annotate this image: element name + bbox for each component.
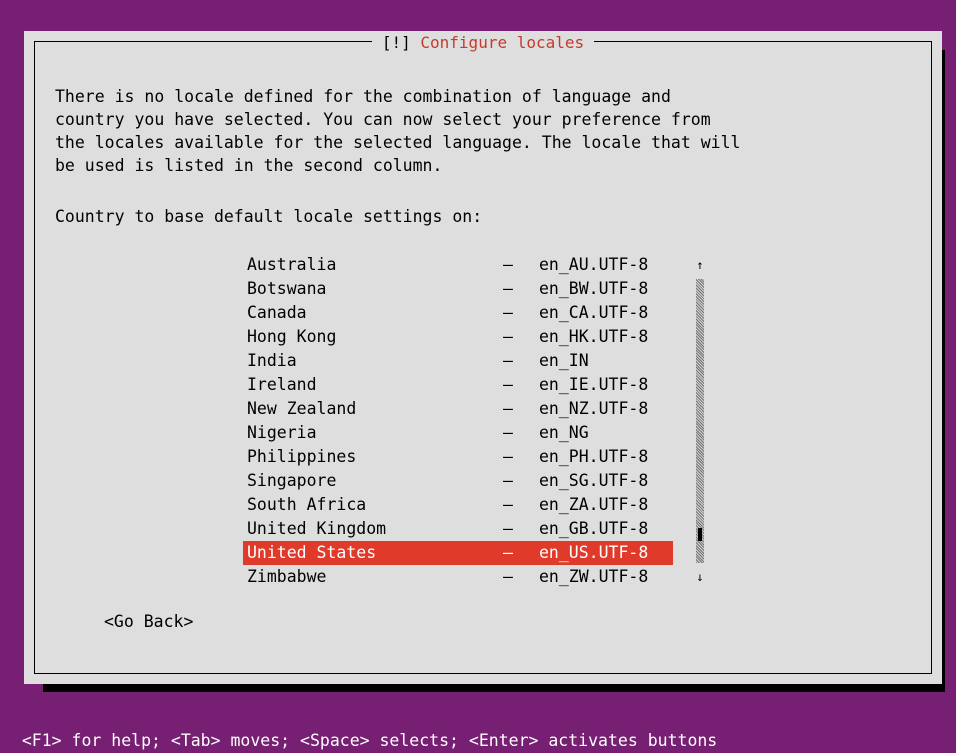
- locale-code: en_PH.UTF-8: [539, 447, 649, 466]
- locale-list-item[interactable]: Ireland – en_IE.UTF-8: [243, 373, 673, 397]
- locale-code: en_ZA.UTF-8: [539, 495, 649, 514]
- locale-separator: –: [503, 351, 513, 370]
- locale-code: en_CA.UTF-8: [539, 303, 649, 322]
- locale-list-item[interactable]: New Zealand – en_NZ.UTF-8: [243, 397, 673, 421]
- status-bar-text: <F1> for help; <Tab> moves; <Space> sele…: [21, 731, 718, 750]
- locale-list-item[interactable]: United Kingdom – en_GB.UTF-8: [243, 517, 673, 541]
- locale-separator: –: [503, 519, 513, 538]
- locale-list-item[interactable]: Hong Kong – en_HK.UTF-8: [243, 325, 673, 349]
- configure-locales-dialog: [!] Configure locales There is no locale…: [24, 31, 942, 684]
- locale-list-item[interactable]: Australia – en_AU.UTF-8: [243, 253, 673, 277]
- locale-country: United Kingdom: [247, 519, 387, 538]
- locale-code: en_GB.UTF-8: [539, 519, 649, 538]
- locale-code: en_AU.UTF-8: [539, 255, 649, 274]
- scroll-track[interactable]: [696, 279, 704, 563]
- locale-code: en_HK.UTF-8: [539, 327, 649, 346]
- locale-code: en_IN: [539, 351, 589, 370]
- locale-code: en_ZW.UTF-8: [539, 567, 649, 586]
- locale-separator: –: [503, 471, 513, 490]
- locale-separator: –: [503, 543, 513, 562]
- locale-list-item[interactable]: Zimbabwe – en_ZW.UTF-8: [243, 565, 673, 589]
- locale-country: Australia: [247, 255, 337, 274]
- locale-separator: –: [503, 375, 513, 394]
- scroll-down-arrow-icon[interactable]: ↓: [694, 565, 706, 589]
- locale-code: en_BW.UTF-8: [539, 279, 649, 298]
- status-bar: <F1> for help; <Tab> moves; <Space> sele…: [0, 705, 956, 750]
- locale-separator: –: [503, 447, 513, 466]
- dialog-prompt: Country to base default locale settings …: [55, 207, 483, 226]
- locale-country: Botswana: [247, 279, 327, 298]
- locale-separator: –: [503, 327, 513, 346]
- locale-code: en_NG: [539, 423, 589, 442]
- dialog-title: [!] Configure locales: [24, 33, 942, 53]
- locale-separator: –: [503, 495, 513, 514]
- locale-country: Nigeria: [247, 423, 317, 442]
- locale-separator: –: [503, 255, 513, 274]
- locale-separator: –: [503, 423, 513, 442]
- locale-country: Philippines: [247, 447, 357, 466]
- locale-code: en_US.UTF-8: [539, 543, 649, 562]
- locale-code: en_SG.UTF-8: [539, 471, 649, 490]
- locale-country: South Africa: [247, 495, 367, 514]
- locale-list-item[interactable]: Botswana – en_BW.UTF-8: [243, 277, 673, 301]
- locale-country: India: [247, 351, 297, 370]
- locale-country: Ireland: [247, 375, 317, 394]
- locale-code: en_NZ.UTF-8: [539, 399, 649, 418]
- locale-separator: –: [503, 567, 513, 586]
- locale-separator: –: [503, 279, 513, 298]
- locale-country: Canada: [247, 303, 307, 322]
- title-text: Configure locales: [420, 33, 585, 52]
- locale-list-item[interactable]: Canada – en_CA.UTF-8: [243, 301, 673, 325]
- locale-code: en_IE.UTF-8: [539, 375, 649, 394]
- locale-list-item[interactable]: Singapore – en_SG.UTF-8: [243, 469, 673, 493]
- locale-list-item[interactable]: Philippines – en_PH.UTF-8: [243, 445, 673, 469]
- locale-country: New Zealand: [247, 399, 357, 418]
- dialog-description: There is no locale defined for the combi…: [55, 87, 741, 175]
- locale-country: Hong Kong: [247, 327, 337, 346]
- scroll-up-arrow-icon[interactable]: ↑: [694, 253, 706, 277]
- locale-separator: –: [503, 399, 513, 418]
- locale-country: Zimbabwe: [247, 567, 327, 586]
- locale-list-item[interactable]: United States – en_US.UTF-8: [243, 541, 673, 565]
- locale-country: United States: [247, 543, 377, 562]
- title-marker: [!]: [381, 33, 411, 52]
- locale-list-item[interactable]: South Africa – en_ZA.UTF-8: [243, 493, 673, 517]
- locale-list-item[interactable]: India – en_IN: [243, 349, 673, 373]
- scroll-thumb[interactable]: [698, 528, 702, 542]
- scrollbar[interactable]: ↑ ↓: [694, 253, 706, 589]
- locale-separator: –: [503, 303, 513, 322]
- locale-country: Singapore: [247, 471, 337, 490]
- locale-list-item[interactable]: Nigeria – en_NG: [243, 421, 673, 445]
- locale-list[interactable]: Australia – en_AU.UTF-8 Botswana – en_BW.UTF-…: [243, 253, 673, 589]
- go-back-button[interactable]: <Go Back>: [104, 610, 193, 633]
